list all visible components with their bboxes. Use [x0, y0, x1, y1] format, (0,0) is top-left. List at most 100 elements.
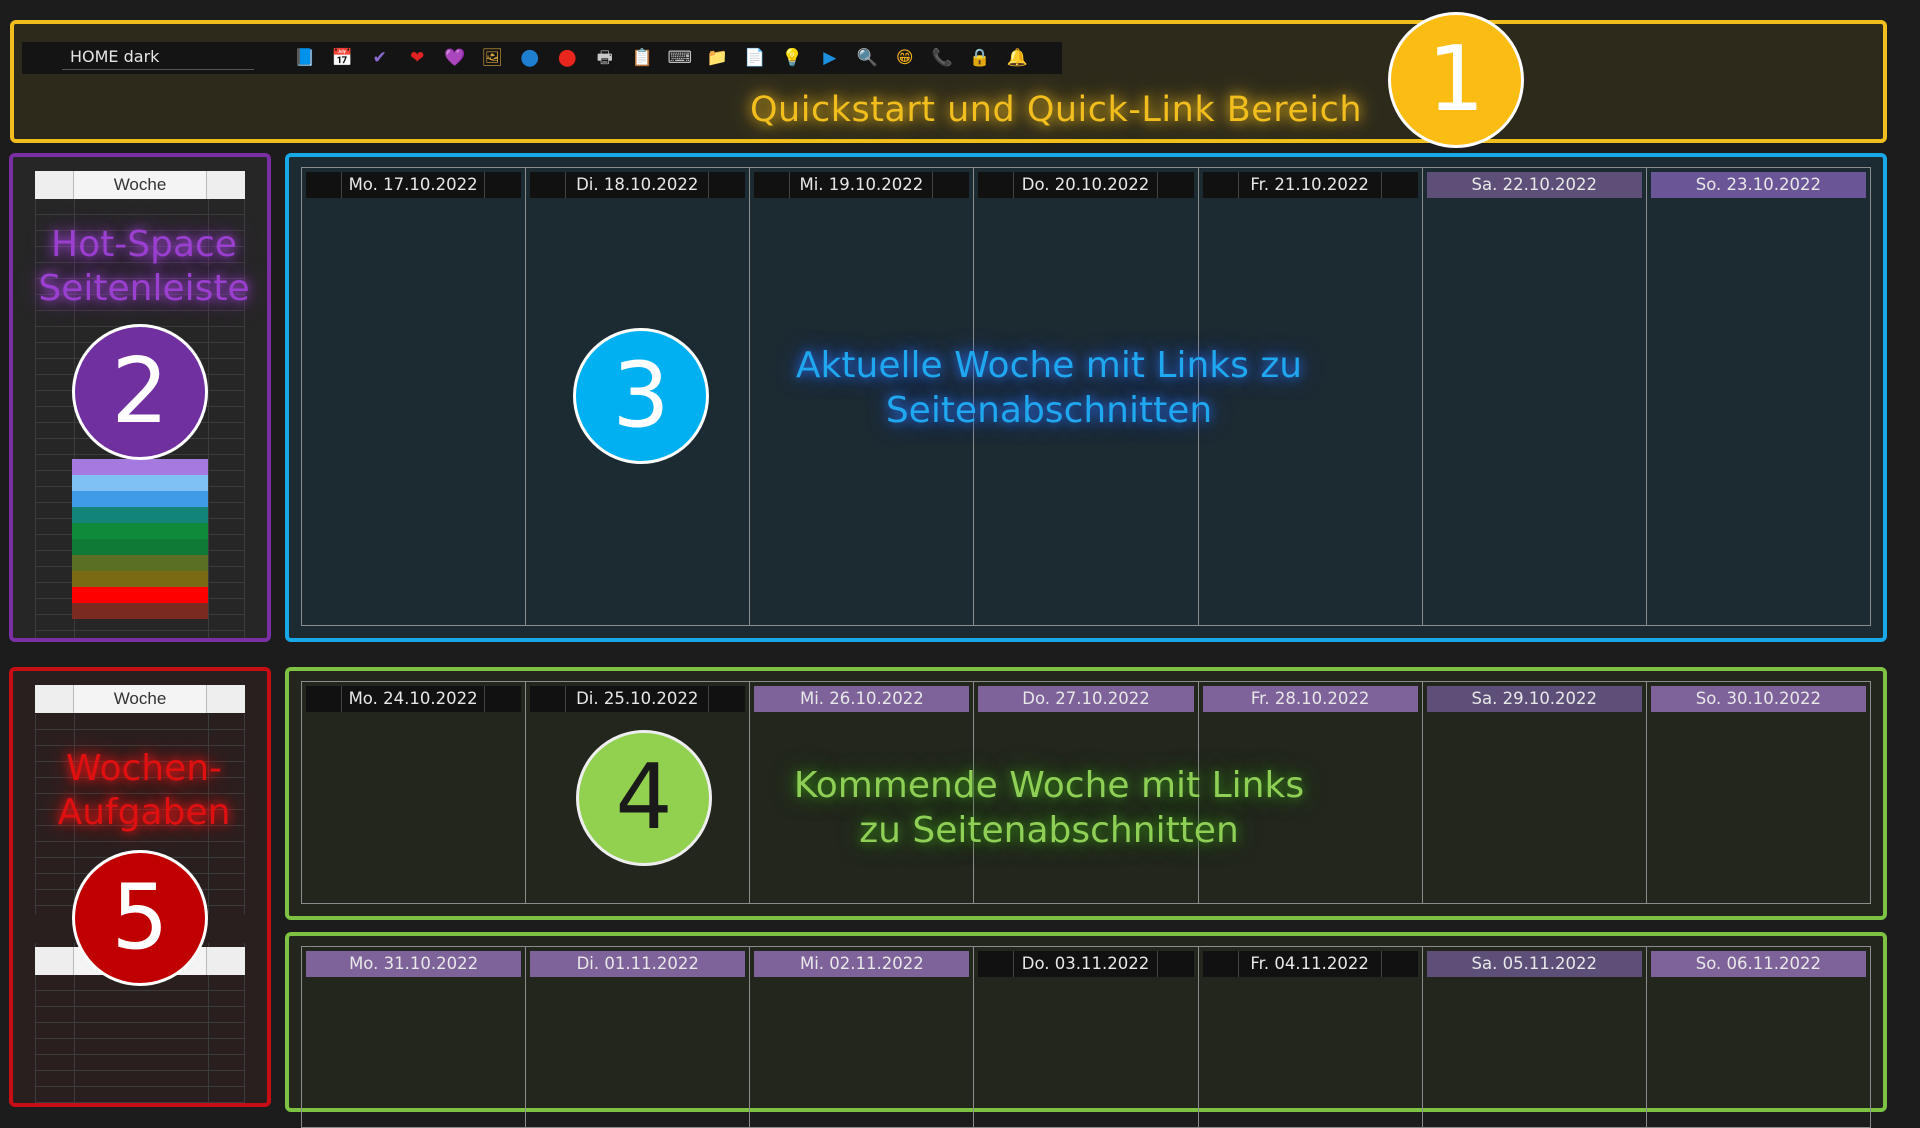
week-after-panel: Mo. 31.10.2022 Di. 01.11.2022 Mi. 02.11.20… [285, 932, 1887, 1128]
quickstart-caption: Quickstart und Quick-Link Bereich [750, 90, 1363, 130]
smiley-icon[interactable]: 😁 [886, 45, 924, 71]
play-icon[interactable]: ▶ [811, 45, 849, 71]
day-header-link[interactable]: So. 23.10.2022 [1650, 172, 1866, 198]
printer-icon[interactable]: 🖶 [586, 45, 624, 71]
book-icon[interactable]: 📘 [286, 45, 324, 71]
day-header-cap [1427, 172, 1463, 198]
next-week-caption-line1: Kommende Woche mit Links [793, 765, 1305, 806]
day-header-link[interactable]: Fr. 21.10.2022 [1202, 172, 1418, 198]
hotspace-color-link[interactable] [72, 539, 208, 555]
day-header-cap [530, 951, 566, 977]
day-header-label: Mo. 24.10.2022 [342, 686, 486, 712]
hotspace-label: Hot-Space Seitenleiste [13, 223, 267, 311]
badge-1: 1 [1388, 12, 1524, 148]
day-header-link[interactable]: Sa. 22.10.2022 [1426, 172, 1642, 198]
lock-icon[interactable]: 🔒 [961, 45, 999, 71]
day-header-link[interactable]: Fr. 04.11.2022 [1202, 951, 1418, 977]
day-header-label: So. 30.10.2022 [1695, 689, 1822, 708]
day-header-link[interactable]: Do. 20.10.2022 [978, 172, 1194, 198]
keyboard-icon[interactable]: ⌨ [661, 45, 699, 71]
magnifier-icon[interactable]: 🔍 [849, 45, 887, 71]
lightbulb-icon[interactable]: 💡 [774, 45, 812, 71]
day-header-label: Di. 25.10.2022 [566, 686, 710, 712]
page-icon[interactable]: 📄 [736, 45, 774, 71]
day-header-link[interactable]: Mi. 02.11.2022 [754, 951, 970, 977]
day-header-label: Mi. 19.10.2022 [790, 172, 934, 198]
badge-3: 3 [573, 328, 709, 464]
day-column: So. 30.10.2022 [1647, 682, 1870, 903]
notebook-name-field[interactable]: HOME dark [62, 46, 254, 70]
check-icon[interactable]: ✔ [361, 45, 399, 71]
day-header-label: So. 06.11.2022 [1695, 954, 1822, 973]
day-header-link[interactable]: Di. 01.11.2022 [530, 951, 746, 977]
day-header-label: Fr. 04.11.2022 [1239, 951, 1382, 977]
day-header-link[interactable]: Di. 18.10.2022 [530, 172, 746, 198]
day-header-label: Mi. 02.11.2022 [799, 954, 924, 973]
heart-red-icon[interactable]: ❤ [399, 45, 437, 71]
day-header-label: Sa. 29.10.2022 [1471, 689, 1598, 708]
hotspace-color-link[interactable] [72, 491, 208, 507]
day-column: So. 23.10.2022 [1647, 168, 1870, 625]
day-header-link[interactable]: Mi. 19.10.2022 [754, 172, 970, 198]
red-circle-icon[interactable]: ● [549, 45, 587, 71]
picture-icon[interactable]: 🖼 [474, 45, 512, 71]
calendar-icon[interactable]: 📅 [324, 45, 362, 71]
bell-icon[interactable]: 🔔 [999, 45, 1037, 71]
day-header-label: Fr. 28.10.2022 [1250, 689, 1370, 708]
day-header-cap [1651, 686, 1687, 712]
day-header-label: Do. 03.11.2022 [1014, 951, 1158, 977]
day-header-link[interactable]: So. 30.10.2022 [1650, 686, 1866, 712]
day-header-label: So. 23.10.2022 [1695, 175, 1822, 194]
document-list-icon[interactable]: 📋 [624, 45, 662, 71]
day-header-link[interactable]: Mi. 26.10.2022 [754, 686, 970, 712]
day-column: Do. 03.11.2022 [974, 947, 1199, 1127]
hotspace-color-link[interactable] [72, 555, 208, 571]
hotspace-color-link[interactable] [72, 475, 208, 491]
current-week-caption: Aktuelle Woche mit Links zu Seitenabschn… [769, 343, 1329, 433]
hotspace-color-link[interactable] [72, 459, 208, 475]
folder-icon[interactable]: 📁 [699, 45, 737, 71]
day-header-cap [1606, 951, 1642, 977]
hotspace-color-link[interactable] [72, 587, 208, 603]
quickstart-panel: HOME dark 📘 📅 ✔ ❤ 💜 🖼 ● ● 🖶 📋 ⌨ 📁 📄 💡 ▶ 🔍 😁 📞 🔒 🔔 Quickstar… [10, 20, 1887, 143]
day-header-link[interactable]: Sa. 29.10.2022 [1426, 686, 1642, 712]
day-header-cap [1382, 951, 1418, 977]
day-column: Fr. 04.11.2022 [1199, 947, 1423, 1127]
day-header-cap [709, 686, 745, 712]
blue-circle-icon[interactable]: ● [511, 45, 549, 71]
quick-link-icons: 📘 📅 ✔ ❤ 💜 🖼 ● ● 🖶 📋 ⌨ 📁 📄 💡 ▶ 🔍 😁 📞 🔒 🔔 [286, 45, 1036, 71]
day-header-label: Di. 01.11.2022 [576, 954, 699, 973]
day-header-cap [978, 686, 1014, 712]
day-header-link[interactable]: Fr. 28.10.2022 [1202, 686, 1418, 712]
badge-4: 4 [576, 730, 712, 866]
day-header-link[interactable]: Mo. 17.10.2022 [306, 172, 522, 198]
hotspace-color-link[interactable] [72, 507, 208, 523]
hotspace-color-link[interactable] [72, 523, 208, 539]
hotspace-color-link[interactable] [72, 571, 208, 587]
day-header-link[interactable]: Do. 03.11.2022 [978, 951, 1194, 977]
day-header-cap [1382, 686, 1418, 712]
next-week-caption: Kommende Woche mit Links zu Seitenabschn… [769, 763, 1329, 853]
quickstart-toolbar: HOME dark 📘 📅 ✔ ❤ 💜 🖼 ● ● 🖶 📋 ⌨ 📁 📄 💡 ▶ 🔍 😁 📞 🔒 🔔 [22, 42, 1062, 74]
day-header-cap [933, 686, 969, 712]
hotspace-header-label: Woche [73, 171, 207, 199]
day-header-cap [1203, 951, 1239, 977]
day-header-link[interactable]: Do. 27.10.2022 [978, 686, 1194, 712]
day-header-cap [1382, 172, 1418, 198]
day-header-cap [485, 951, 521, 977]
day-header-link[interactable]: Mo. 24.10.2022 [306, 686, 522, 712]
heart-purple-icon[interactable]: 💜 [436, 45, 474, 71]
day-header-link[interactable]: Di. 25.10.2022 [530, 686, 746, 712]
tasks-header: Woche [35, 685, 245, 713]
hotspace-color-link[interactable] [72, 603, 208, 619]
day-header-label: Do. 27.10.2022 [1022, 689, 1150, 708]
day-header-cap [485, 172, 521, 198]
day-header-link[interactable]: So. 06.11.2022 [1650, 951, 1866, 977]
phone-icon[interactable]: 📞 [924, 45, 962, 71]
tasks-label-line1: Wochen- [65, 748, 223, 789]
day-header-link[interactable]: Mo. 31.10.2022 [306, 951, 522, 977]
day-header-label: Sa. 22.10.2022 [1471, 175, 1598, 194]
day-column: Sa. 29.10.2022 [1423, 682, 1647, 903]
day-header-link[interactable]: Sa. 05.11.2022 [1426, 951, 1642, 977]
day-header-cap [1427, 686, 1463, 712]
